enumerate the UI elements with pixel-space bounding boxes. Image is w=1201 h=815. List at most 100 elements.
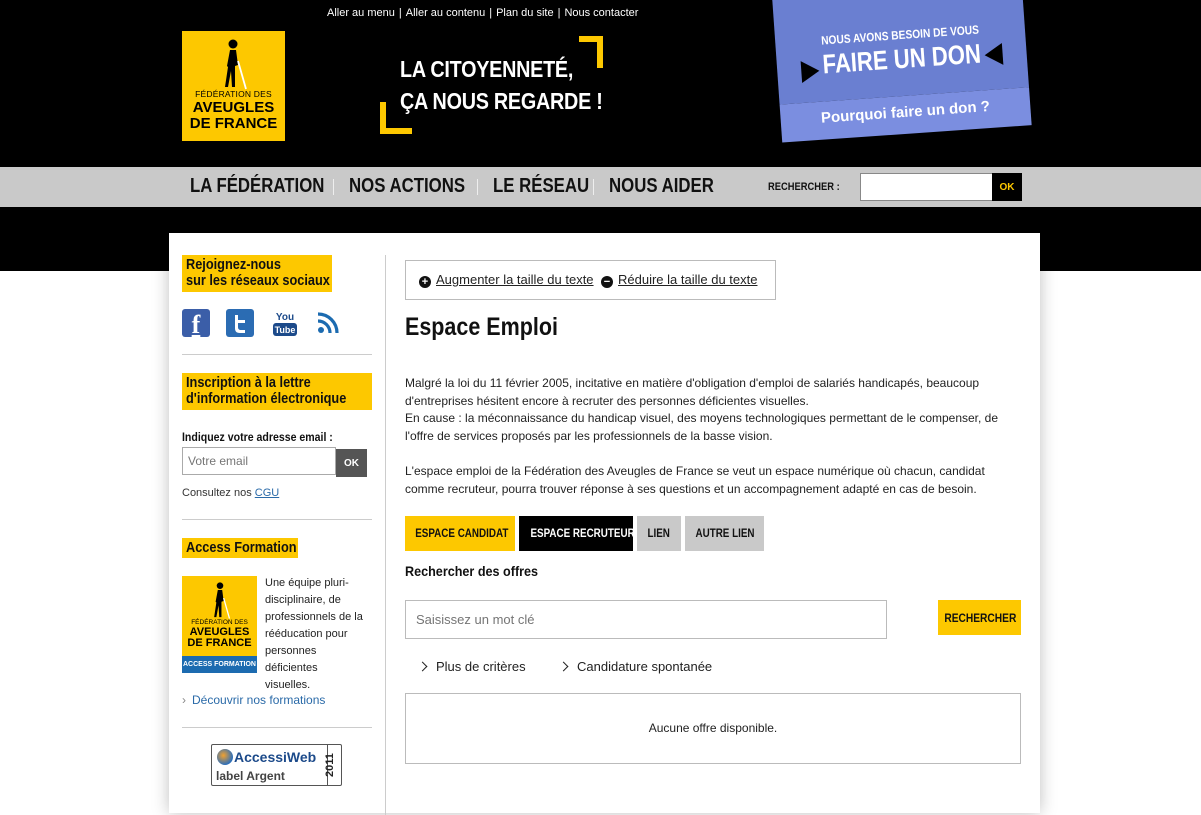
cgu-link[interactable]: CGU	[255, 487, 279, 499]
twitter-bird-icon	[235, 315, 245, 333]
separator: |	[489, 7, 493, 19]
tab-espace-candidat-label: ESPACE CANDIDAT	[415, 526, 509, 540]
formation-title-text: Access Formation	[186, 539, 297, 556]
formation-title: Access Formation	[182, 538, 298, 558]
accessiweb-year-box: 2011	[324, 745, 341, 785]
nav-item-reseau[interactable]: LE RÉSEAU	[493, 175, 589, 198]
spontaneous-application-link[interactable]: Candidature spontanée	[558, 659, 713, 674]
site-search-button[interactable]: OK	[992, 173, 1022, 201]
intro-paragraph: Malgré la loi du 11 février 2005, incita…	[405, 375, 1017, 445]
increase-text-button[interactable]: + Augmenter la taille du texte	[419, 272, 594, 288]
youtube-you-text: You	[276, 312, 294, 323]
arrow-left-icon	[983, 42, 1004, 67]
contact-link[interactable]: Nous contacter	[564, 7, 638, 19]
formation-link-label: Découvrir nos formations	[192, 693, 326, 707]
social-title-line-1: Rejoignez-nous	[186, 256, 281, 273]
youtube-logo-icon: You Tube	[273, 312, 297, 336]
tab-espace-recruteur[interactable]: ESPACE RECRUTEUR	[519, 516, 635, 551]
email-label: Indiquez votre adresse email :	[182, 430, 333, 444]
tab-lien-label: LIEN	[647, 526, 671, 540]
accessiweb-level: label Argent	[216, 769, 285, 783]
nav-item-federation[interactable]: LA FÉDÉRATION	[190, 175, 324, 198]
site-logo[interactable]: FÉDÉRATION DES AVEUGLES DE FRANCE	[182, 31, 285, 141]
sidebar-divider	[182, 727, 372, 728]
nav-item-aider[interactable]: NOUS AIDER	[609, 175, 714, 198]
logo-line-1: FÉDÉRATION DES	[195, 89, 272, 99]
site-header: Aller au menu | Aller au contenu | Plan du s…	[0, 0, 1201, 167]
sidebar-divider	[182, 519, 372, 520]
accessiweb-label-badge: AccessiWeb label Argent 2011	[211, 744, 342, 786]
newsletter-submit-button[interactable]: OK	[336, 449, 367, 477]
spontaneous-application-label: Candidature spontanée	[577, 659, 713, 674]
search-label: RECHERCHER :	[768, 181, 840, 193]
newsletter-title-line-2: d'information électronique	[186, 390, 347, 407]
skip-to-content-link[interactable]: Aller au contenu	[406, 7, 486, 19]
social-title: Rejoignez-nous sur les réseaux sociaux	[182, 255, 332, 292]
rss-icon[interactable]	[314, 309, 342, 337]
formation-logo-line-3: DE FRANCE	[187, 637, 252, 649]
twitter-icon[interactable]	[226, 309, 254, 337]
cgu-prefix: Consultez nos	[182, 487, 255, 499]
access-formation-logo[interactable]: FÉDÉRATION DES AVEUGLES DE FRANCE ACCESS…	[182, 576, 257, 673]
nav-item-actions[interactable]: NOS ACTIONS	[349, 175, 465, 198]
intro-paragraph-line-2: En cause : la méconnaissance du handicap…	[405, 411, 999, 443]
youtube-icon[interactable]: You Tube	[271, 309, 299, 337]
sidebar-vertical-divider	[385, 255, 386, 815]
logo-line-3: DE FRANCE	[189, 115, 278, 132]
chevron-right-icon	[558, 661, 569, 672]
page-title: Espace Emploi	[405, 313, 558, 341]
tab-autre-lien[interactable]: AUTRE LIEN	[685, 516, 764, 551]
search-offers-button-label: RECHERCHER	[944, 610, 1017, 625]
facebook-icon[interactable]: f	[182, 309, 210, 339]
slogan-line-2: ÇA NOUS REGARDE !	[400, 88, 603, 114]
donation-banner[interactable]: NOUS AVONS BESOIN DE VOUS FAIRE UN DON P…	[772, 0, 1032, 147]
main-nav: LA FÉDÉRATION NOS ACTIONS LE RÉSEAU NOUS…	[0, 167, 1201, 207]
tab-lien[interactable]: LIEN	[637, 516, 681, 551]
decrease-text-label: Réduire la taille du texte	[618, 272, 758, 287]
plus-circle-icon: +	[419, 276, 431, 288]
slogan-line-1: LA CITOYENNETÉ,	[400, 56, 574, 82]
more-criteria-link[interactable]: Plus de critères	[417, 659, 526, 674]
minus-circle-icon: −	[601, 276, 613, 288]
decrease-text-button[interactable]: − Réduire la taille du texte	[601, 272, 757, 288]
search-offers-button[interactable]: RECHERCHER	[938, 600, 1021, 635]
chevron-right-icon: ›	[182, 693, 186, 707]
newsletter-email-input[interactable]	[182, 447, 336, 475]
blind-person-icon	[214, 582, 231, 619]
blind-person-icon	[225, 39, 247, 90]
no-offer-message: Aucune offre disponible.	[648, 721, 778, 735]
separator: |	[557, 7, 561, 19]
formation-description: Une équipe pluri-disciplinaire, de profe…	[265, 577, 363, 691]
intro-paragraph-line-1: Malgré la loi du 11 février 2005, incita…	[405, 376, 980, 408]
formation-logo-line-1: FÉDÉRATION DES	[191, 619, 248, 626]
slogan: LA CITOYENNETÉ, ÇA NOUS REGARDE !	[380, 36, 605, 134]
text-size-controls: + Augmenter la taille du texte − Réduire l…	[405, 260, 776, 300]
sidebar-divider	[182, 354, 372, 355]
nav-items: LA FÉDÉRATION NOS ACTIONS LE RÉSEAU NOUS…	[190, 175, 729, 198]
slogan-corner-top	[579, 36, 603, 68]
offers-results: Aucune offre disponible.	[405, 693, 1021, 764]
cgu-text: Consultez nos CGU	[182, 487, 279, 499]
tab-espace-candidat[interactable]: ESPACE CANDIDAT	[405, 516, 515, 551]
chevron-right-icon	[417, 661, 428, 672]
formation-link[interactable]: › Découvrir nos formations	[182, 693, 325, 707]
nav-separator	[333, 178, 334, 195]
separator: |	[398, 7, 402, 19]
tab-autre-lien-label: AUTRE LIEN	[694, 526, 755, 540]
sitemap-link[interactable]: Plan du site	[496, 7, 553, 19]
social-title-line-2: sur les réseaux sociaux	[186, 272, 330, 289]
keyword-search-input[interactable]	[405, 600, 887, 639]
accessiweb-logo-icon	[217, 749, 233, 765]
logo-line-2: AVEUGLES	[192, 99, 275, 116]
site-search-input[interactable]	[860, 173, 993, 201]
rss-feed-icon	[317, 312, 339, 334]
more-criteria-label: Plus de critères	[436, 659, 526, 674]
skip-links: Aller au menu | Aller au contenu | Plan du s…	[327, 7, 638, 19]
newsletter-title-line-1: Inscription à la lettre	[186, 374, 311, 391]
youtube-tube-text: Tube	[275, 325, 296, 335]
search-offers-title: Rechercher des offres	[405, 563, 539, 579]
nav-separator	[477, 178, 478, 195]
nav-separator	[593, 178, 594, 195]
formation-logo-band: ACCESS FORMATION	[182, 656, 257, 673]
skip-to-menu-link[interactable]: Aller au menu	[327, 7, 395, 19]
